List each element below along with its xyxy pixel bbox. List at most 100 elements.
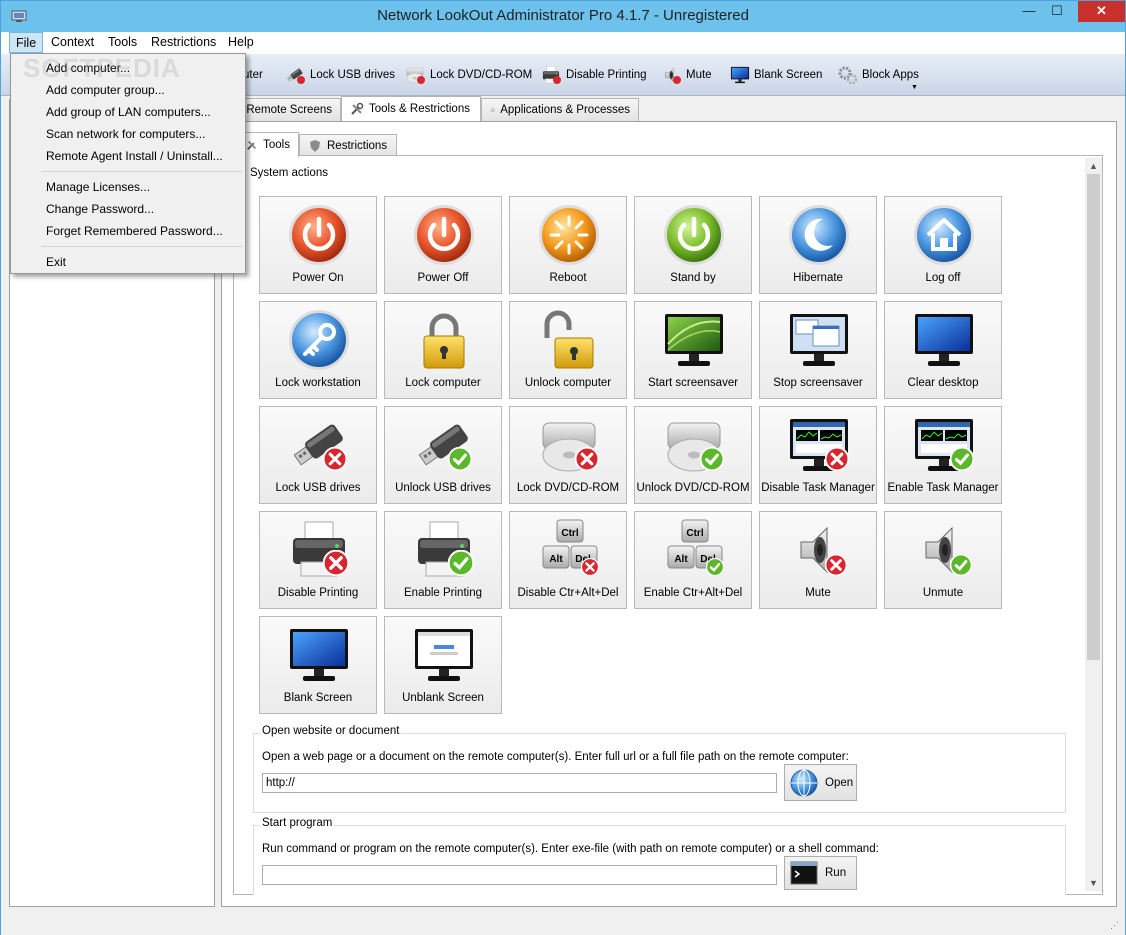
- toolbar-mute-label: Mute: [686, 69, 712, 81]
- menu-item-manage-licenses[interactable]: Manage Licenses...: [46, 180, 150, 194]
- power-off-button[interactable]: Power Off: [384, 196, 502, 294]
- menu-item-add-computer-group[interactable]: Add computer group...: [46, 83, 165, 97]
- unlock-computer-button[interactable]: Unlock computer: [509, 301, 627, 399]
- toolbar-mute-button[interactable]: Mute: [661, 64, 712, 86]
- tab-remote-screens[interactable]: Remote Screens: [231, 98, 341, 121]
- unmute-button[interactable]: Unmute: [884, 511, 1002, 609]
- menu-item-add-lan-group[interactable]: Add group of LAN computers...: [46, 105, 211, 119]
- blank-screen-label: Blank Screen: [283, 692, 353, 704]
- title-bar[interactable]: Network LookOut Administrator Pro 4.1.7 …: [1, 1, 1125, 32]
- menu-item-remote-agent-install[interactable]: Remote Agent Install / Uninstall...: [46, 149, 223, 163]
- maximize-button[interactable]: ☐: [1043, 1, 1071, 22]
- lock-workstation-button[interactable]: Lock workstation: [259, 301, 377, 399]
- toolbar-disable-printing-button[interactable]: Disable Printing: [541, 64, 647, 86]
- toolbar-lock-dvd-button[interactable]: Lock DVD/CD-ROM: [405, 64, 532, 86]
- start-screensaver-button[interactable]: Start screensaver: [634, 301, 752, 399]
- enable-task-manager-button[interactable]: Enable Task Manager: [884, 406, 1002, 504]
- monitor-icon: [730, 66, 750, 84]
- vertical-scrollbar[interactable]: ▲ ▼: [1085, 158, 1102, 891]
- cdrom-lock-icon: [406, 67, 425, 84]
- menu-restrictions[interactable]: Restrictions: [145, 32, 222, 53]
- lock-usb-drives-button[interactable]: Lock USB drives: [259, 406, 377, 504]
- hibernate-button[interactable]: Hibernate: [759, 196, 877, 294]
- disable-task-manager-button[interactable]: Disable Task Manager: [759, 406, 877, 504]
- gears-icon: [490, 108, 495, 112]
- stop-screensaver-button[interactable]: Stop screensaver: [759, 301, 877, 399]
- command-input[interactable]: [262, 865, 777, 885]
- menu-help[interactable]: Help: [222, 32, 260, 53]
- mute-button[interactable]: Mute: [759, 511, 877, 609]
- clear-desktop-button[interactable]: Clear desktop: [884, 301, 1002, 399]
- toolbar-block-apps-button[interactable]: Block Apps: [837, 64, 919, 86]
- start-program-title: Start program: [260, 817, 335, 829]
- menu-item-forget-password[interactable]: Forget Remembered Password...: [46, 224, 223, 238]
- gears-icon: [838, 66, 858, 85]
- unmute-label: Unmute: [922, 587, 964, 599]
- power-on-button[interactable]: Power On: [259, 196, 377, 294]
- lock-computer-button[interactable]: Lock computer: [384, 301, 502, 399]
- menu-item-scan-network[interactable]: Scan network for computers...: [46, 127, 205, 141]
- tab-restrictions-label: Restrictions: [327, 140, 388, 152]
- toolbar-disable-printing-label: Disable Printing: [566, 69, 647, 81]
- minimize-button[interactable]: —: [1015, 1, 1043, 22]
- reboot-button[interactable]: Reboot: [509, 196, 627, 294]
- app-window: Network LookOut Administrator Pro 4.1.7 …: [0, 0, 1126, 935]
- padlock-locked-icon: [423, 313, 465, 369]
- disable-printing-button[interactable]: Disable Printing: [259, 511, 377, 609]
- scroll-up-icon[interactable]: ▲: [1085, 158, 1102, 174]
- menu-separator: [41, 246, 243, 247]
- open-button[interactable]: Open: [784, 764, 857, 801]
- blank-screen-button[interactable]: Blank Screen: [259, 616, 377, 714]
- clear-desktop-label: Clear desktop: [907, 377, 979, 389]
- resize-grip-icon[interactable]: ⋰: [1110, 920, 1119, 931]
- key-icon: [289, 310, 349, 370]
- menu-item-exit[interactable]: Exit: [46, 255, 66, 269]
- tab-applications-processes[interactable]: Applications & Processes: [481, 98, 639, 121]
- toolbar-dropdown-arrow-icon[interactable]: ▼: [911, 84, 918, 91]
- open-website-title: Open website or document: [260, 725, 402, 737]
- run-button[interactable]: Run: [784, 856, 857, 890]
- power-on-label: Power On: [292, 272, 344, 284]
- stand-by-label: Stand by: [670, 272, 716, 284]
- log-off-label: Log off: [925, 272, 961, 284]
- tab-tools-restrictions[interactable]: Tools & Restrictions: [341, 96, 481, 121]
- tab-tools-label: Tools: [263, 139, 290, 151]
- url-input[interactable]: [262, 773, 777, 793]
- hibernate-label: Hibernate: [793, 272, 843, 284]
- menu-item-change-password[interactable]: Change Password...: [46, 202, 154, 216]
- disable-ctrl-alt-del-button[interactable]: Ctrl Alt Del Disable Ctr+Alt+Del: [509, 511, 627, 609]
- lock-dvd-cdrom-button[interactable]: Lock DVD/CD-ROM: [509, 406, 627, 504]
- log-off-button[interactable]: Log off: [884, 196, 1002, 294]
- enable-ctrl-alt-del-label: Enable Ctr+Alt+Del: [643, 587, 743, 599]
- tab-restrictions[interactable]: Restrictions: [299, 134, 397, 157]
- unblank-screen-button[interactable]: Unblank Screen: [384, 616, 502, 714]
- terminal-icon: [790, 861, 818, 885]
- system-actions-label: System actions: [250, 167, 328, 179]
- unlock-usb-drives-button[interactable]: Unlock USB drives: [384, 406, 502, 504]
- cdrom-lock-icon: [542, 422, 599, 472]
- printer-enable-icon: [417, 521, 474, 577]
- tab-tools-restrictions-label: Tools & Restrictions: [369, 103, 470, 115]
- toolbar-lock-usb-label: Lock USB drives: [310, 69, 396, 81]
- browser-monitor-icon: [415, 629, 473, 681]
- power-off-label: Power Off: [417, 272, 469, 284]
- menu-tools[interactable]: Tools: [102, 32, 143, 53]
- scrollbar-thumb[interactable]: [1087, 174, 1100, 660]
- close-button[interactable]: ✕: [1078, 1, 1125, 22]
- open-button-label: Open: [825, 776, 854, 789]
- scroll-down-icon[interactable]: ▼: [1085, 875, 1102, 891]
- windows-monitor-icon: [790, 314, 848, 366]
- enable-printing-button[interactable]: Enable Printing: [384, 511, 502, 609]
- menu-file[interactable]: File: [9, 32, 44, 53]
- unlock-dvd-cdrom-button[interactable]: Unlock DVD/CD-ROM: [634, 406, 752, 504]
- toolbar-blank-screen-button[interactable]: Blank Screen: [729, 64, 822, 86]
- menu-context[interactable]: Context: [45, 32, 100, 53]
- moon-icon: [789, 205, 849, 265]
- tools-icon: [351, 102, 364, 115]
- enable-ctrl-alt-del-button[interactable]: Ctrl Alt Del Enable Ctr+Alt+Del: [634, 511, 752, 609]
- toolbar-lock-usb-button[interactable]: Lock USB drives: [285, 64, 395, 86]
- stand-by-button[interactable]: Stand by: [634, 196, 752, 294]
- lock-computer-label: Lock computer: [405, 377, 481, 389]
- menu-item-add-computer[interactable]: Add computer...: [46, 61, 130, 75]
- tab-tools[interactable]: Tools: [237, 132, 299, 157]
